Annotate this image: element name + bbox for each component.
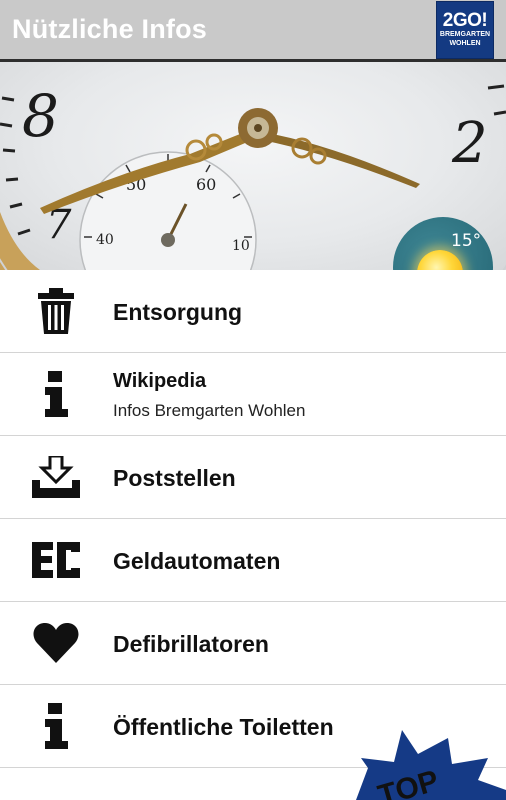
menu-item-wikipedia[interactable]: Wikipedia Infos Bremgarten Wohlen [0,353,506,436]
menu-item-label: Poststellen [113,465,236,491]
logo[interactable]: 2GO! BREMGARTEN WOHLEN [436,1,494,59]
menu-item-label: Geldautomaten [113,548,281,574]
heart-icon [30,618,82,668]
logo-line-1: BREMGARTEN [439,31,491,38]
inbox-download-icon [30,452,82,502]
svg-text:10: 10 [232,238,250,254]
info-icon [30,369,82,419]
menu-item-poststellen[interactable]: Poststellen [0,436,506,519]
temperature-value: 15° [451,231,482,251]
weather-widget[interactable]: 15° [393,217,493,270]
info-icon [30,701,82,751]
menu-item-label: Öffentliche Toiletten [113,714,334,740]
svg-text:60: 60 [196,175,216,194]
svg-text:40: 40 [96,232,114,248]
menu-item-label: Defibrillatoren [113,631,269,657]
top-badge[interactable]: TOP [356,728,506,800]
app-bar: Nützliche Infos 2GO! BREMGARTEN WOHLEN [0,0,506,62]
hero-image: 8 7 2 50 60 40 10 15° [0,62,506,270]
trash-icon [30,286,82,336]
menu-item-sublabel: Infos Bremgarten Wohlen [113,401,306,420]
menu-item-entsorgung[interactable]: Entsorgung [0,270,506,353]
page-title: Nützliche Infos [12,14,208,44]
logo-text: 2GO! [442,10,488,31]
info-menu: Entsorgung Wikipedia Infos Bremgarten Wo… [0,270,506,768]
ec-icon [30,535,82,585]
svg-text:2: 2 [451,111,488,176]
menu-item-label: Entsorgung [113,299,243,325]
menu-item-label: Wikipedia [113,370,207,392]
menu-item-geldautomaten[interactable]: Geldautomaten [0,519,506,602]
logo-line-2: WOHLEN [449,40,481,47]
menu-item-defibrillatoren[interactable]: Defibrillatoren [0,602,506,685]
svg-text:8: 8 [22,82,59,150]
